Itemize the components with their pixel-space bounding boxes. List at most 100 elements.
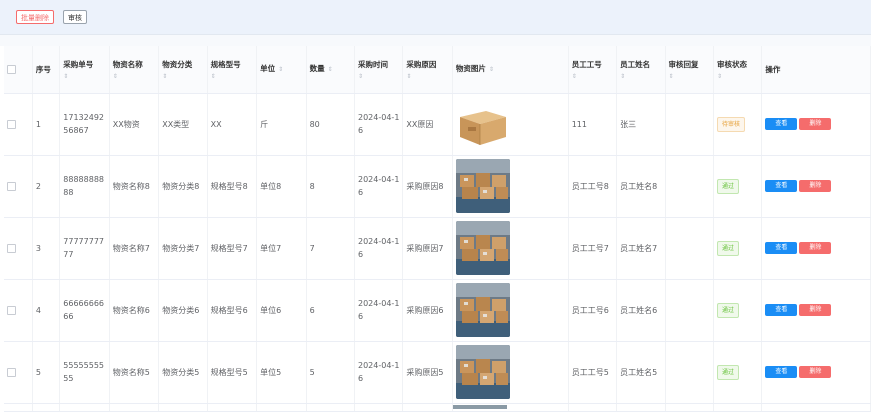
col-spec[interactable]: 规格型号 ⇕ [207, 46, 258, 94]
row-checkbox[interactable] [7, 119, 16, 129]
delete-button[interactable]: 删除 [799, 242, 832, 254]
cell-ops: 查看 删除 [761, 217, 871, 280]
select-all-checkbox[interactable] [7, 65, 16, 75]
order-no-text: 5555555555 [63, 361, 104, 383]
sort-icon[interactable]: ⇕ [358, 73, 399, 81]
col-reply[interactable]: 审核回复 ⇕ [665, 46, 714, 94]
sort-icon[interactable]: ⇕ [278, 66, 283, 73]
product-image[interactable] [455, 97, 565, 151]
cell-empty [59, 403, 110, 412]
sort-icon[interactable]: ⇕ [489, 66, 494, 73]
sort-icon[interactable]: ⇕ [572, 73, 613, 81]
sort-icon[interactable]: ⇕ [406, 73, 448, 81]
emp-name-text: 员工姓名5 [620, 367, 658, 377]
row-checkbox[interactable] [7, 243, 16, 253]
col-time[interactable]: 采购时间 ⇕ [354, 46, 404, 94]
index-text: 3 [35, 243, 42, 253]
col-emp-no[interactable]: 员工工号 ⇕ [568, 46, 618, 94]
batch-delete-button[interactable]: 批量删除 [16, 10, 54, 24]
cell-empty [761, 403, 871, 412]
sort-icon[interactable]: ⇕ [328, 66, 333, 73]
product-image[interactable] [455, 221, 565, 275]
cell-spec: XX [207, 93, 258, 156]
sort-icon[interactable]: ⇕ [162, 73, 203, 81]
cell-status: 通过 [713, 279, 763, 342]
cell-ops: 查看 删除 [761, 341, 871, 404]
row-select-cell[interactable] [4, 217, 33, 280]
cell-status: 待审核 [713, 93, 763, 156]
col-emp-name[interactable]: 员工姓名 ⇕ [616, 46, 666, 94]
cell-image[interactable] [452, 341, 569, 404]
view-button[interactable]: 查看 [765, 242, 798, 254]
col-qty[interactable]: 数量 ⇕ [306, 46, 356, 94]
table-row [4, 403, 871, 412]
row-checkbox[interactable] [7, 181, 16, 191]
row-select-cell[interactable] [4, 279, 33, 342]
cell-image[interactable] [452, 217, 569, 280]
table-header: 序号 采购单号 ⇕ 物资名称 ⇕ 物资分类 ⇕ 规格型号 ⇕ 单位 ⇕ 数量 ⇕ 采购时间 ⇕… [4, 46, 871, 94]
cell-empty [616, 403, 666, 412]
view-button[interactable]: 查看 [765, 366, 798, 378]
col-name[interactable]: 物资名称 ⇕ [109, 46, 160, 94]
cell-order-no: 5555555555 [59, 341, 110, 404]
delete-button[interactable]: 删除 [799, 118, 832, 130]
time-text: 2024-04-16 [358, 175, 400, 197]
spec-text: 规格型号6 [210, 305, 248, 315]
view-button[interactable]: 查看 [765, 118, 798, 130]
cell-image[interactable] [452, 279, 569, 342]
spec-text: 规格型号5 [210, 367, 248, 377]
delete-button[interactable]: 删除 [799, 180, 832, 192]
sort-icon[interactable]: ⇕ [620, 73, 661, 81]
product-image[interactable] [455, 159, 565, 213]
col-index: 序号 [32, 46, 61, 94]
order-no-text: 6666666666 [63, 299, 104, 321]
qty-text: 6 [309, 305, 315, 315]
unit-text: 单位7 [260, 243, 282, 253]
product-image[interactable] [455, 345, 565, 399]
toolbar: 批量删除 审核 [0, 0, 871, 35]
row-checkbox[interactable] [7, 305, 16, 315]
row-select-cell[interactable] [4, 93, 33, 156]
product-image[interactable] [455, 283, 565, 337]
product-image [452, 405, 507, 409]
select-all-cell[interactable] [4, 46, 33, 94]
cell-reason: XX原因 [402, 93, 453, 156]
purchase-table: 序号 采购单号 ⇕ 物资名称 ⇕ 物资分类 ⇕ 规格型号 ⇕ 单位 ⇕ 数量 ⇕ 采购时间 ⇕… [4, 46, 871, 412]
qty-text: 80 [309, 119, 320, 129]
time-text: 2024-04-16 [358, 113, 400, 135]
delete-button[interactable]: 删除 [799, 366, 832, 378]
cell-emp-no: 员工工号7 [568, 217, 618, 280]
cell-name: 物资名称8 [109, 155, 160, 218]
col-reason[interactable]: 采购原因 ⇕ [402, 46, 453, 94]
cell-emp-no: 员工工号6 [568, 279, 618, 342]
sort-icon[interactable]: ⇕ [717, 73, 758, 81]
status-badge: 通过 [716, 364, 739, 380]
toolbar-spacer [0, 35, 871, 46]
order-no-text: 7777777777 [63, 237, 104, 259]
sort-icon[interactable]: ⇕ [211, 73, 253, 81]
row-select-cell[interactable] [4, 341, 33, 404]
emp-no-text: 员工工号5 [571, 367, 609, 377]
cell-empty [109, 403, 160, 412]
cell-image[interactable] [452, 93, 569, 156]
col-image[interactable]: 物资图片 ⇕ [452, 46, 569, 94]
row-checkbox[interactable] [7, 367, 16, 377]
row-select-cell[interactable] [4, 155, 33, 218]
view-button[interactable]: 查看 [765, 304, 798, 316]
col-order-no[interactable]: 采购单号 ⇕ [59, 46, 110, 94]
col-status[interactable]: 审核状态 ⇕ [713, 46, 763, 94]
col-unit[interactable]: 单位 ⇕ [256, 46, 307, 94]
unit-text: 单位8 [260, 181, 282, 191]
table-body: 1 1713249256867 XX物资 XX类型 XX 斤 80 2024-04-16 XX原… [4, 93, 871, 412]
sort-icon[interactable]: ⇕ [63, 73, 105, 81]
delete-button[interactable]: 删除 [799, 304, 832, 316]
cell-category: 物资分类8 [158, 155, 208, 218]
cell-index: 1 [32, 93, 61, 156]
emp-name-text: 员工姓名8 [620, 181, 658, 191]
sort-icon[interactable]: ⇕ [669, 73, 710, 81]
cell-image[interactable] [452, 155, 569, 218]
view-button[interactable]: 查看 [765, 180, 798, 192]
col-category[interactable]: 物资分类 ⇕ [158, 46, 208, 94]
audit-button[interactable]: 审核 [63, 10, 87, 24]
sort-icon[interactable]: ⇕ [113, 73, 155, 81]
